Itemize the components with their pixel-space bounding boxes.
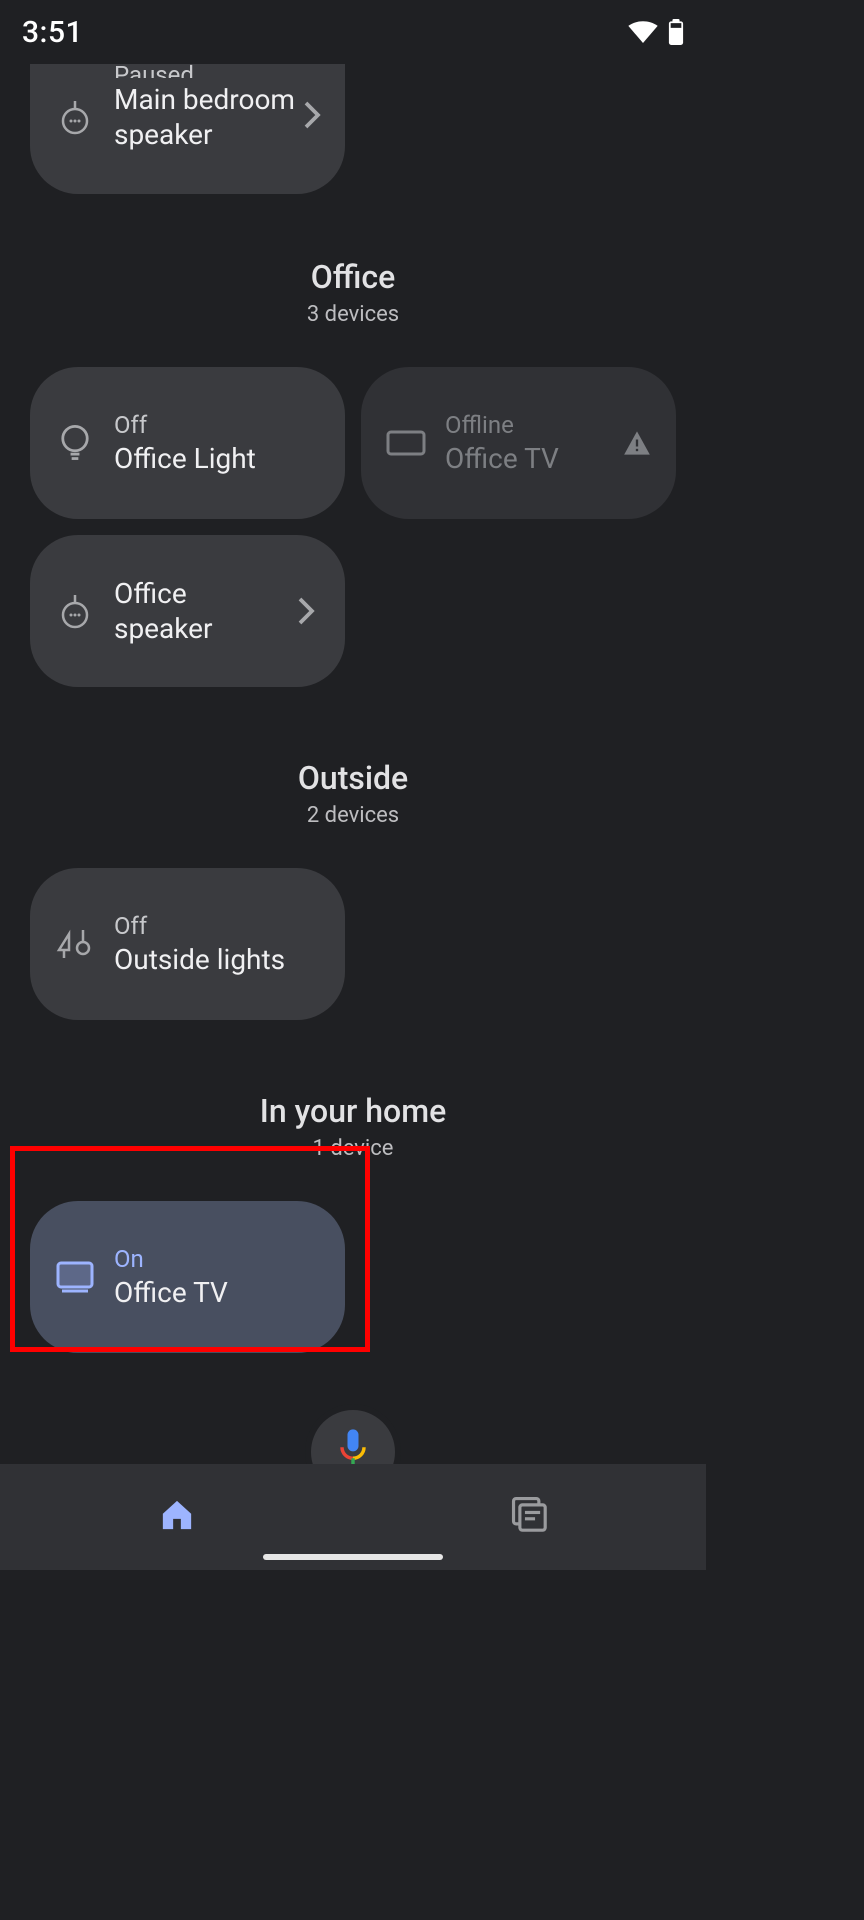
status-clock: 3:51 [22, 15, 83, 50]
device-status: Off [114, 911, 321, 942]
gesture-nav-indicator [263, 1554, 443, 1560]
wifi-icon [628, 21, 658, 43]
room-subtitle: 2 devices [30, 803, 676, 828]
speaker-icon [52, 593, 98, 629]
tv-icon [383, 428, 429, 458]
bulb-icon [52, 423, 98, 463]
home-icon [159, 1498, 195, 1536]
device-card-office-speaker[interactable]: Office speaker [30, 535, 345, 687]
scroll-content[interactable]: Paused Main bedroom speaker Office 3 dev… [0, 64, 706, 1570]
battery-icon [668, 19, 684, 45]
warning-icon [622, 430, 652, 456]
chevron-right-icon [303, 100, 321, 134]
device-name: Main bedroom speaker [114, 82, 303, 152]
device-card-outside-lights[interactable]: Off Outside lights [30, 868, 345, 1020]
room-header-office: Office 3 devices [30, 258, 676, 327]
device-card-office-tv-on[interactable]: On Office TV [30, 1201, 345, 1353]
device-status: On [114, 1244, 321, 1275]
status-bar: 3:51 [0, 0, 706, 64]
room-header-in-your-home: In your home 1 device [30, 1092, 676, 1161]
feed-icon [511, 1496, 549, 1538]
room-title: Outside [30, 759, 676, 797]
room-title: In your home [30, 1092, 676, 1130]
room-title: Office [30, 258, 676, 296]
device-status: Off [114, 410, 321, 441]
device-name: Office speaker [114, 576, 291, 646]
device-name: Office Light [114, 441, 321, 476]
tv-icon [52, 1260, 98, 1294]
chevron-right-icon [291, 596, 321, 626]
lamp-icon [52, 924, 98, 964]
device-name: Outside lights [114, 942, 321, 977]
device-card-office-light[interactable]: Off Office Light [30, 367, 345, 519]
device-card-office-tv-offline[interactable]: Offline Office TV [361, 367, 676, 519]
speaker-icon [52, 99, 98, 135]
device-name: Office TV [445, 441, 622, 476]
room-subtitle: 1 device [30, 1136, 676, 1161]
device-card-main-bedroom-speaker[interactable]: Paused Main bedroom speaker [30, 64, 345, 194]
device-name: Office TV [114, 1275, 321, 1310]
device-status: Paused [114, 64, 194, 78]
room-subtitle: 3 devices [30, 302, 676, 327]
room-header-outside: Outside 2 devices [30, 759, 676, 828]
device-status: Offline [445, 410, 622, 441]
